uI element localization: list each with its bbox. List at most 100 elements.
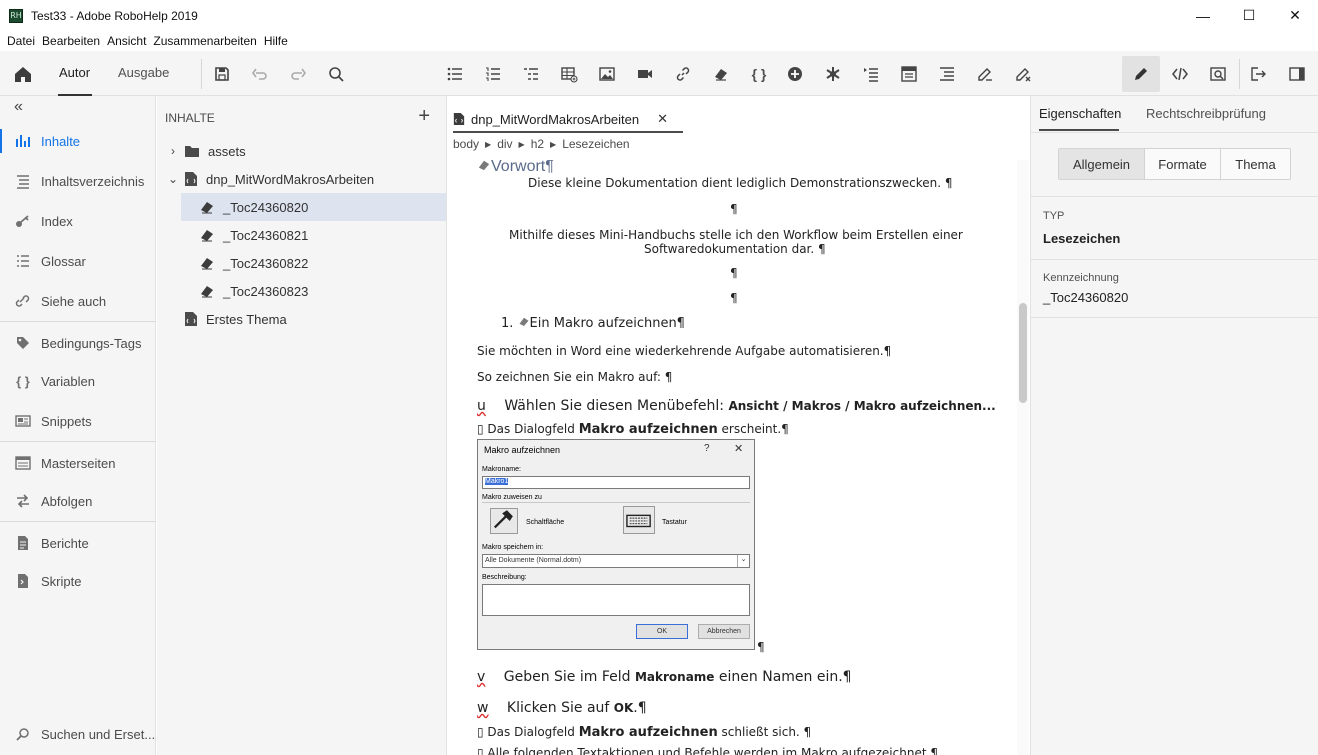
tree-item-assets[interactable]: › assets (157, 137, 446, 165)
insert-variable-button[interactable]: { } (748, 63, 770, 85)
home-button[interactable] (12, 63, 34, 85)
multilevel-list-button[interactable] (520, 63, 542, 85)
insert-snippet-button[interactable] (784, 63, 806, 85)
video-icon (638, 70, 652, 78)
nav-label: Abfolgen (41, 493, 93, 509)
tree-item-topic[interactable]: Erstes Thema (157, 305, 446, 333)
result-text: erscheint.¶ (717, 422, 789, 436)
step-text: .¶ (633, 700, 647, 716)
heading-vorwort: Vorwort¶ (477, 158, 554, 176)
key-icon (13, 213, 33, 229)
breadcrumb-item[interactable]: Lesezeichen (562, 137, 629, 151)
nav-index[interactable]: Index (0, 207, 156, 235)
undo-button[interactable] (249, 63, 271, 85)
maximize-button[interactable]: ☐ (1226, 0, 1272, 31)
nav-label: Masterseiten (41, 455, 116, 471)
nav-glossar[interactable]: Glossar (0, 247, 156, 275)
minimize-button[interactable]: — (1180, 0, 1226, 31)
insert-image-button[interactable] (596, 63, 618, 85)
tree-item-bookmark[interactable]: _Toc24360822 (157, 249, 446, 277)
toggle-panel-button[interactable] (1286, 63, 1308, 85)
segment-thema[interactable]: Thema (1221, 149, 1290, 179)
tab-rechtschreibpruefung[interactable]: Rechtschreibprüfung (1146, 106, 1266, 121)
collapse-panel-button[interactable]: « (14, 98, 23, 116)
nav-berichte[interactable]: Berichte (0, 529, 156, 557)
nav-masterseiten[interactable]: Masterseiten (0, 449, 156, 477)
tree-item-bookmark[interactable]: _Toc24360820 (181, 193, 446, 221)
insert-table-button[interactable] (558, 63, 580, 85)
menu-ansicht[interactable]: Ansicht (107, 34, 146, 48)
topic-file-icon (184, 311, 198, 327)
preview-button[interactable] (325, 63, 347, 85)
nav-abfolgen[interactable]: Abfolgen (0, 487, 156, 515)
preview-view-button[interactable] (1207, 63, 1229, 85)
source-view-button[interactable] (1169, 63, 1191, 85)
tree-item-topic[interactable]: ⌄ dnp_MitWordMakrosArbeiten (157, 165, 446, 193)
breadcrumb-item[interactable]: h2 (531, 137, 544, 151)
editor-pane: dnp_MitWordMakrosArbeiten ✕ body ▶ div ▶… (447, 96, 1030, 755)
bullet-list-button[interactable] (444, 63, 466, 85)
step-text: Geben Sie im Feld (503, 669, 635, 685)
nav-inhaltsverzeichnis[interactable]: Inhaltsverzeichnis (0, 167, 156, 195)
add-content-button[interactable]: + (418, 105, 430, 128)
nav-suchen-ersetzen[interactable]: Suchen und Erset... (0, 720, 156, 748)
breadcrumb-item[interactable]: div (497, 137, 512, 151)
nav-inhalte[interactable]: Inhalte (0, 127, 156, 155)
pilcrow: ¶ (996, 398, 997, 414)
menu-datei[interactable]: Datei (7, 34, 35, 48)
tree-item-bookmark[interactable]: _Toc24360821 (157, 221, 446, 249)
document-tab[interactable]: dnp_MitWordMakrosArbeiten ✕ (453, 106, 668, 132)
editor-scrollbar[interactable] (1017, 160, 1029, 755)
menu-hilfe[interactable]: Hilfe (264, 34, 288, 48)
author-view-button[interactable] (1122, 56, 1160, 92)
tab-eigenschaften[interactable]: Eigenschaften (1039, 106, 1121, 121)
insert-video-button[interactable] (634, 63, 656, 85)
chevron-right-icon[interactable]: › (166, 144, 180, 158)
folder-icon (184, 144, 200, 158)
dialog-input-value: Makro1 (485, 478, 509, 485)
nav-divider (0, 521, 156, 522)
rpanel-divider (1031, 132, 1318, 133)
chevron-down-icon[interactable]: ⌄ (166, 172, 180, 186)
nav-skripte[interactable]: Skripte (0, 567, 156, 595)
keyboard-icon (623, 506, 655, 534)
editor-scroll-thumb[interactable] (1019, 303, 1027, 403)
menu-bearbeiten[interactable]: Bearbeiten (42, 34, 100, 48)
insert-bookmark-button[interactable] (710, 63, 732, 85)
tree-label: _Toc24360822 (223, 255, 309, 271)
tab-ausgabe[interactable]: Ausgabe (118, 65, 169, 80)
result-bold: Makro aufzeichnen (578, 422, 718, 437)
id-value[interactable]: _Toc24360820 (1043, 290, 1128, 305)
edit-link-button[interactable] (974, 63, 996, 85)
breadcrumb-item[interactable]: body (453, 137, 479, 151)
segment-allgemein[interactable]: Allgemein (1059, 149, 1145, 179)
insert-link-button[interactable] (672, 63, 694, 85)
toolbar-separator-right (1239, 59, 1240, 89)
pencil-icon (1135, 68, 1147, 80)
nav-siehe-auch[interactable]: Siehe auch (0, 287, 156, 315)
insert-index-button[interactable] (936, 63, 958, 85)
redo-button[interactable] (287, 63, 309, 85)
nav-variablen[interactable]: { } Variablen (0, 367, 156, 395)
close-window-button[interactable]: ✕ (1272, 0, 1318, 31)
arrow-icon: ▯ (477, 725, 488, 739)
export-button[interactable] (1247, 63, 1269, 85)
contents-heading: INHALTE (165, 111, 215, 125)
nav-bedingungs-tags[interactable]: Bedingungs-Tags (0, 329, 156, 357)
numbered-list-button[interactable] (482, 63, 504, 85)
dialog-label: Makro zuweisen zu (482, 494, 542, 501)
segment-formate[interactable]: Formate (1145, 149, 1221, 179)
insert-toc-button[interactable] (860, 63, 882, 85)
save-button[interactable] (211, 63, 233, 85)
insert-special-button[interactable] (822, 63, 844, 85)
insert-header-button[interactable] (898, 63, 920, 85)
menu-zusammenarbeiten[interactable]: Zusammenarbeiten (153, 34, 256, 48)
nav-snippets[interactable]: Snippets (0, 407, 156, 435)
chevron-down-icon: ⌄ (737, 555, 749, 567)
tab-autor[interactable]: Autor (59, 65, 90, 80)
tree-item-bookmark[interactable]: _Toc24360823 (157, 277, 446, 305)
close-tab-button[interactable]: ✕ (657, 111, 668, 127)
remove-link-button[interactable] (1012, 63, 1034, 85)
document-content[interactable]: Vorwort¶ Diese kleine Dokumentation dien… (477, 158, 997, 755)
nav-label: Index (41, 213, 73, 229)
